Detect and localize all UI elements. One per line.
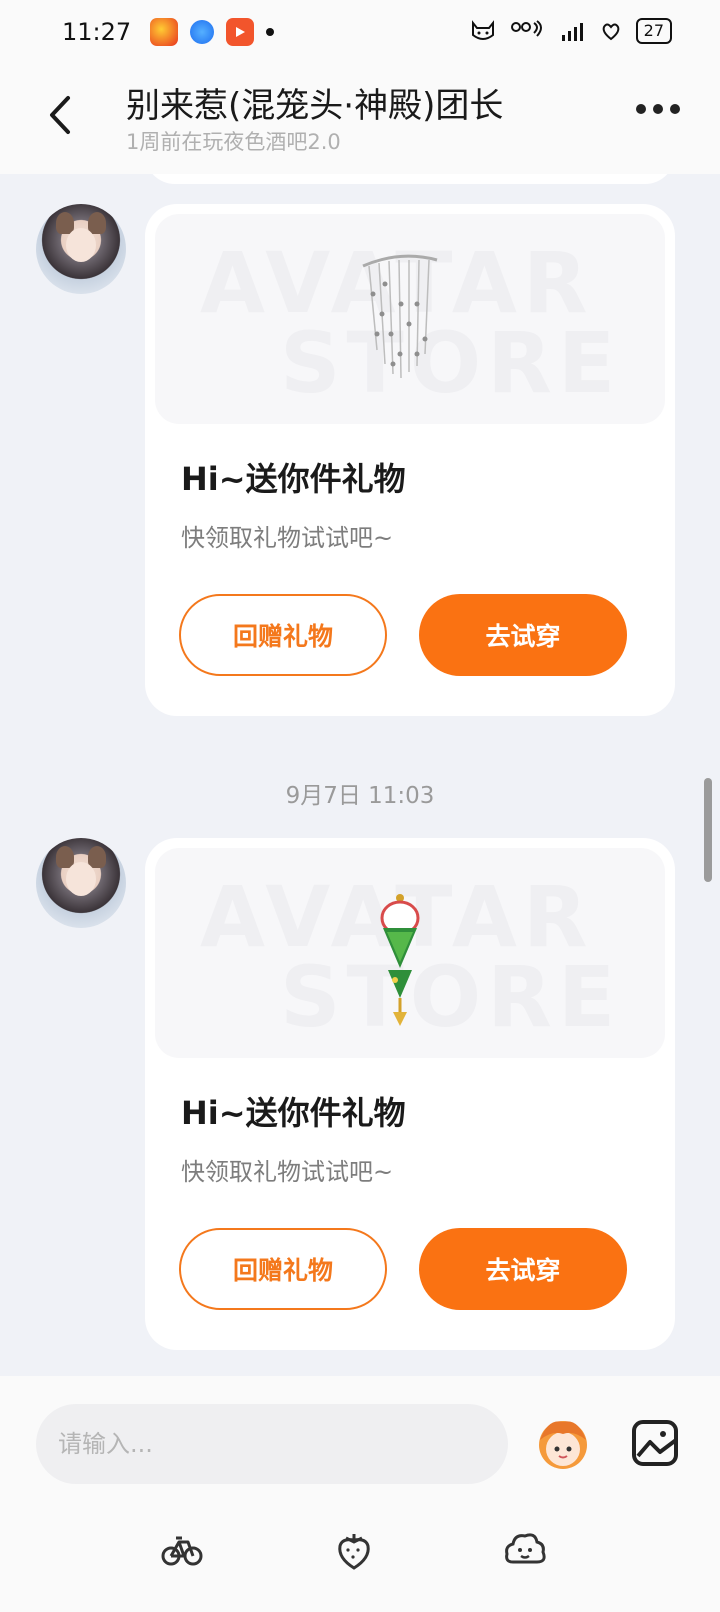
sender-avatar[interactable] [36,204,126,294]
more-dot-icon [670,104,680,114]
chat-title: 别来惹(混笼头·神殿)团长 [126,86,504,126]
chat-header: 别来惹(混笼头·神殿)团长 1周前在玩夜色酒吧2.0 [0,64,720,174]
strawberry-icon[interactable] [332,1528,376,1572]
gift-back-button[interactable]: 回赠礼物 [179,594,387,676]
gift-message-card: AVATAR STORE Hi~送你件礼物 快领取礼物试试吧~ 回赠礼物 去试穿 [145,838,675,1350]
bicycle-icon[interactable] [160,1528,204,1572]
try-on-button[interactable]: 去试穿 [419,1228,627,1310]
watermark-text: STORE [280,314,622,412]
message-timestamp: 9月7日 11:03 [285,783,435,809]
sender-avatar[interactable] [36,838,126,928]
crystal-curtain-icon [362,254,438,379]
system-status-icons: 27 [470,18,672,44]
gift-back-button[interactable]: 回赠礼物 [179,1228,387,1310]
back-button[interactable] [40,90,80,140]
chat-status: 1周前在玩夜色酒吧2.0 [126,130,341,154]
card-description: 快领取礼物试试吧~ [181,1158,394,1186]
gift-message-card: AVATAR STORE Hi~送你件礼物 快领取礼物试试吧~ 回赠礼物 去试穿 [145,204,675,716]
message-input-bar: 请输入... [0,1376,720,1488]
chat-message-list[interactable]: AVATAR STORE Hi~送你件礼物 快领取礼物试试吧~ 回赠礼物 去试穿 [0,174,720,1376]
emoji-sticker-icon[interactable] [534,1414,592,1472]
previous-message-card [145,174,675,184]
more-dot-icon [636,104,646,114]
image-picker-icon[interactable] [630,1418,680,1468]
gift-preview-image[interactable]: AVATAR STORE [155,848,665,1058]
scrollbar-thumb[interactable] [704,778,712,882]
try-on-button[interactable]: 去试穿 [419,594,627,676]
heart-icon [602,23,619,41]
zongzi-charm-icon [380,894,420,1026]
cat-icon [471,20,494,40]
notification-icons [150,18,274,46]
video-app-icon [226,18,254,46]
watermark-text: STORE [280,948,622,1046]
app-notification-icon [150,18,178,46]
status-time: 11:27 [62,18,132,46]
card-description: 快领取礼物试试吧~ [181,524,394,552]
gift-preview-image[interactable]: AVATAR STORE [155,214,665,424]
card-title: Hi~送你件礼物 [181,1094,406,1132]
signal-icon [561,23,583,41]
more-options-button[interactable] [636,104,680,114]
chevron-left-icon [50,96,70,134]
more-dot-icon [653,104,663,114]
battery-indicator: 27 [635,18,672,44]
status-bar: 11:27 27 [0,0,720,64]
app-notification-icon [190,20,214,44]
card-title: Hi~送你件礼物 [181,460,406,498]
cloud-emoji-icon[interactable] [503,1528,547,1572]
more-notifications-dot [266,28,274,36]
message-input[interactable]: 请输入... [36,1404,508,1484]
bottom-navigation [0,1488,720,1612]
wifi-icon [510,20,542,37]
